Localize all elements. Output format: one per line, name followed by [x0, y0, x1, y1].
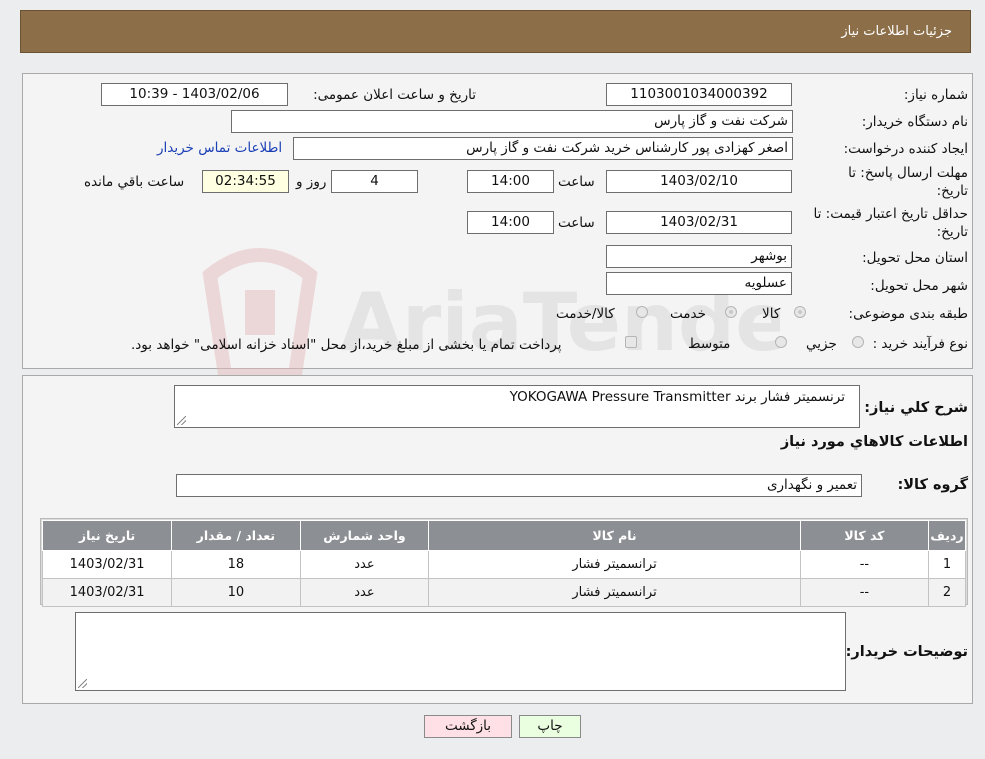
city-field: عسلویه	[606, 272, 792, 295]
validity-label-line2: تاریخ:	[936, 224, 968, 240]
table-row: 2 -- ترانسمیتر فشار عدد 10 1403/02/31	[41, 578, 966, 607]
deadline-time-field: 14:00	[467, 170, 554, 193]
category-option-service: خدمت	[670, 306, 706, 322]
announce-label: تاریخ و ساعت اعلان عمومی:	[313, 87, 476, 103]
validity-date-field: 1403/02/31	[606, 211, 792, 234]
need-number-label: شماره نیاز:	[903, 87, 968, 103]
cell-need-date: 1403/02/31	[41, 578, 173, 607]
cell-name: ترانسمیتر فشار	[428, 578, 801, 607]
goods-info-title: اطلاعات کالاهاي مورد نیاز	[780, 434, 968, 450]
deadline-label-line2: تاریخ:	[936, 183, 968, 199]
goods-group-field: تعمیر و نگهداری	[176, 474, 862, 497]
process-option-medium: متوسط	[688, 336, 731, 352]
treasury-bonds-note: پرداخت تمام یا بخشی از مبلغ خرید،از محل …	[131, 337, 562, 353]
cell-unit: عدد	[299, 578, 430, 607]
category-radio-goods-service[interactable]	[636, 306, 648, 318]
deadline-time-label: ساعت	[558, 174, 595, 190]
page-title: جزئیات اطلاعات نیاز	[841, 24, 952, 39]
category-radio-goods[interactable]	[794, 306, 806, 318]
process-radio-minor[interactable]	[852, 336, 864, 348]
col-name: نام کالا	[428, 520, 801, 551]
validity-time-field: 14:00	[467, 211, 554, 234]
remaining-time-label: ساعت باقي مانده	[84, 174, 185, 190]
announce-field: 1403/02/06 - 10:39	[101, 83, 288, 106]
items-table: ردیف کد کالا نام کالا واحد شمارش تعداد /…	[41, 520, 966, 607]
province-field: بوشهر	[606, 245, 792, 268]
col-code: کد کالا	[799, 520, 930, 551]
creator-field: اصغر کهزادی پور کارشناس خرید شرکت نفت و …	[293, 137, 793, 160]
category-radio-service[interactable]	[725, 306, 737, 318]
process-radio-medium[interactable]	[775, 336, 787, 348]
cell-row: 2	[928, 578, 966, 607]
process-option-minor: جزیي	[806, 336, 837, 352]
process-type-label: نوع فرآیند خرید :	[872, 336, 968, 352]
category-option-goods: کالا	[762, 306, 781, 322]
province-label: استان محل تحویل:	[862, 250, 968, 266]
validity-time-label: ساعت	[558, 215, 595, 231]
cell-code: --	[799, 550, 930, 579]
buyer-org-label: نام دستگاه خریدار:	[861, 114, 968, 130]
city-label: شهر محل تحویل:	[870, 278, 968, 294]
cell-name: ترانسمیتر فشار	[428, 550, 801, 579]
days-remaining-field: 4	[331, 170, 418, 193]
summary-field: ترنسمیتر فشار برند YOKOGAWA Pressure Tra…	[174, 385, 860, 428]
cell-need-date: 1403/02/31	[41, 550, 173, 579]
category-label: طبقه بندی موضوعی:	[848, 306, 968, 322]
deadline-label-line1: مهلت ارسال پاسخ: تا	[848, 165, 968, 181]
col-unit: واحد شمارش	[299, 520, 430, 551]
validity-label-line1: حداقل تاریخ اعتبار قیمت: تا	[813, 206, 968, 222]
days-label: روز و	[296, 174, 327, 190]
table-row: 1 -- ترانسمیتر فشار عدد 18 1403/02/31	[41, 550, 966, 579]
resize-handle-icon[interactable]	[78, 679, 87, 688]
cell-unit: عدد	[299, 550, 430, 579]
cell-quantity: 18	[171, 550, 301, 579]
print-button[interactable]: چاپ	[519, 715, 581, 738]
buyer-notes-label: توضیحات خریدار:	[845, 644, 968, 660]
col-need-date: تاریخ نیاز	[41, 520, 173, 551]
creator-label: ایجاد کننده درخواست:	[843, 141, 968, 157]
remaining-time-field: 02:34:55	[202, 170, 289, 193]
page-header: جزئیات اطلاعات نیاز	[20, 10, 971, 53]
cell-code: --	[799, 578, 930, 607]
treasury-bonds-checkbox[interactable]	[625, 336, 637, 348]
col-row: ردیف	[928, 520, 966, 551]
summary-text: ترنسمیتر فشار برند YOKOGAWA Pressure Tra…	[509, 389, 845, 405]
need-number-field: 1103001034000392	[606, 83, 792, 106]
back-button[interactable]: بازگشت	[424, 715, 512, 738]
deadline-date-field: 1403/02/10	[606, 170, 792, 193]
buyer-notes-field[interactable]	[75, 612, 846, 691]
goods-group-label: گروه کالا:	[897, 477, 968, 493]
items-table-wrapper: ردیف کد کالا نام کالا واحد شمارش تعداد /…	[40, 518, 968, 607]
resize-handle-icon[interactable]	[177, 416, 186, 425]
cell-row: 1	[928, 550, 966, 579]
col-quantity: تعداد / مقدار	[171, 520, 301, 551]
cell-quantity: 10	[171, 578, 301, 607]
buyer-contact-link[interactable]: اطلاعات تماس خریدار	[157, 140, 282, 156]
summary-label: شرح کلي نیاز:	[864, 400, 968, 416]
items-table-header: ردیف کد کالا نام کالا واحد شمارش تعداد /…	[41, 520, 966, 551]
buyer-org-field: شرکت نفت و گاز پارس	[231, 110, 793, 133]
category-option-goods-service: کالا/خدمت	[556, 306, 615, 322]
